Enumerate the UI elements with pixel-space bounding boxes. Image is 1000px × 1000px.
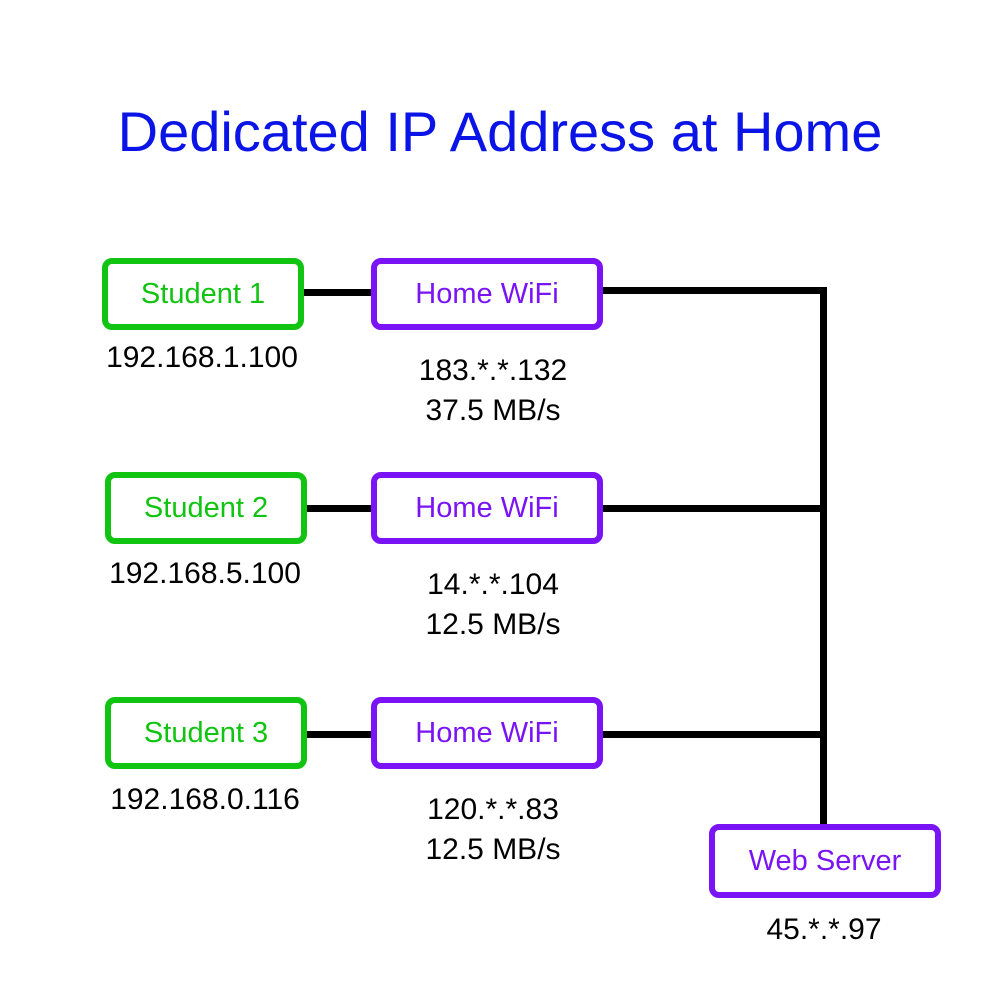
home-wifi-1-node: Home WiFi [371, 258, 603, 330]
home-wifi-2-speed: 12.5 MB/s [425, 608, 561, 641]
home-wifi-1-ip: 183.*.*.132 [418, 354, 568, 387]
home-wifi-1-label: Home WiFi [415, 277, 559, 310]
student-1-label: Student 1 [140, 277, 266, 310]
home-wifi-3-label: Home WiFi [415, 716, 559, 749]
home-wifi-3-node: Home WiFi [371, 697, 603, 769]
bus-line-vertical [820, 287, 827, 830]
home-wifi-2-label: Home WiFi [415, 491, 559, 524]
student-2-label: Student 2 [143, 491, 269, 524]
home-wifi-2-ip: 14.*.*.104 [427, 568, 559, 601]
student-3-node: Student 3 [105, 697, 307, 769]
connector-wifi2-bus [600, 505, 827, 512]
home-wifi-3-ip: 120.*.*.83 [427, 793, 559, 826]
student-1-ip: 192.168.1.100 [106, 341, 298, 374]
web-server-label: Web Server [748, 844, 902, 877]
home-wifi-2-node: Home WiFi [371, 472, 603, 544]
connector-wifi3-bus [600, 731, 827, 738]
student-2-ip: 192.168.5.100 [109, 557, 301, 590]
student-1-node: Student 1 [102, 258, 304, 330]
home-wifi-1-speed: 37.5 MB/s [425, 394, 561, 427]
connector-student3-wifi [303, 731, 375, 738]
diagram-title: Dedicated IP Address at Home [117, 100, 883, 163]
student-3-label: Student 3 [143, 716, 269, 749]
connector-wifi1-bus [600, 287, 827, 294]
student-3-ip: 192.168.0.116 [110, 783, 300, 816]
connector-student2-wifi [303, 505, 375, 512]
connector-student1-wifi [300, 289, 375, 296]
web-server-node: Web Server [709, 824, 941, 898]
student-2-node: Student 2 [105, 472, 307, 544]
home-wifi-3-speed: 12.5 MB/s [425, 833, 561, 866]
web-server-ip: 45.*.*.97 [766, 913, 882, 946]
